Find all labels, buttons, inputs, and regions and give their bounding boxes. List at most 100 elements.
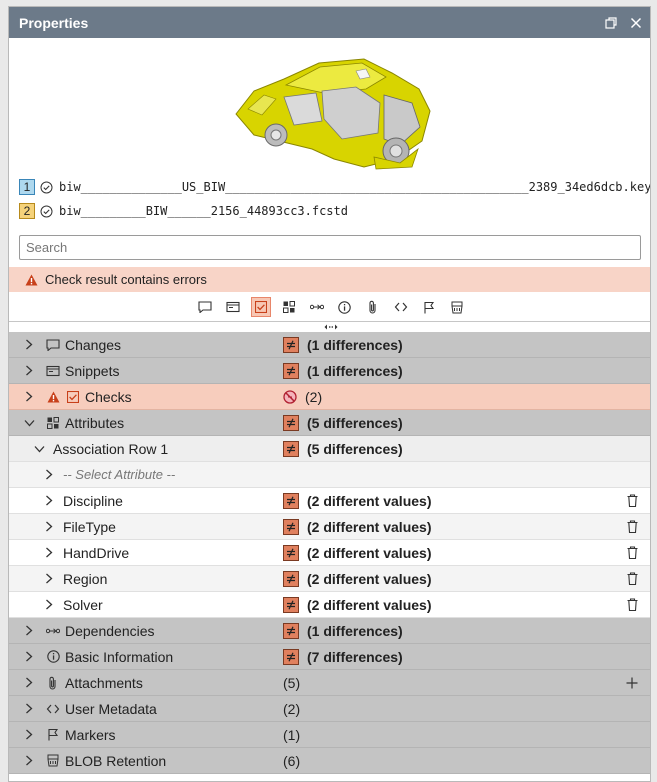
markers-icon[interactable] xyxy=(419,297,439,317)
warning-icon xyxy=(25,274,38,285)
chevron-down-icon[interactable] xyxy=(21,419,37,427)
section-label: Markers xyxy=(65,726,116,743)
error-banner: Check result contains errors xyxy=(9,267,650,292)
file-name: biw______________US_BIW_________________… xyxy=(59,180,651,194)
info-icon[interactable] xyxy=(335,297,355,317)
resize-handle[interactable] xyxy=(9,321,650,331)
chevron-right-icon[interactable] xyxy=(21,729,37,740)
close-button[interactable] xyxy=(625,12,647,34)
attributes-icon[interactable] xyxy=(279,297,299,317)
blob-retention-icon[interactable] xyxy=(447,297,467,317)
attribute-row-discipline[interactable]: Discipline (2 different values) xyxy=(9,488,650,514)
section-attributes[interactable]: Attributes (5 differences) xyxy=(9,410,650,436)
delete-attribute-button[interactable] xyxy=(627,572,638,585)
metadata-icon[interactable] xyxy=(391,297,411,317)
attribute-value: (2 different values) xyxy=(307,544,432,561)
section-label: Snippets xyxy=(65,362,120,379)
attribute-row-solver[interactable]: Solver (2 different values) xyxy=(9,592,650,618)
not-equal-icon xyxy=(283,414,299,431)
error-banner-text: Check result contains errors xyxy=(45,272,207,287)
chevron-right-icon[interactable] xyxy=(41,547,57,558)
section-value: (1 differences) xyxy=(307,336,403,353)
section-label: Checks xyxy=(85,388,132,405)
not-equal-icon xyxy=(283,336,299,353)
section-value: (2) xyxy=(305,388,323,405)
chevron-right-icon[interactable] xyxy=(21,365,37,376)
file-row-2: 2 biw_________BIW______2156_44893cc3.fcs… xyxy=(19,202,348,220)
attribute-row-handdrive[interactable]: HandDrive (2 different values) xyxy=(9,540,650,566)
section-value: (1 differences) xyxy=(307,622,403,639)
file-name: biw_________BIW______2156_44893cc3.fcstd xyxy=(59,204,348,218)
chevron-right-icon[interactable] xyxy=(41,599,57,610)
attribute-label: Discipline xyxy=(63,492,123,509)
chevron-right-icon[interactable] xyxy=(41,573,57,584)
trash-icon xyxy=(627,572,638,585)
add-attachment-button[interactable] xyxy=(626,677,638,689)
section-dependencies[interactable]: Dependencies (1 differences) xyxy=(9,618,650,644)
association-row[interactable]: Association Row 1 (5 differences) xyxy=(9,436,650,462)
dependencies-icon xyxy=(45,626,61,636)
section-snippets[interactable]: Snippets (1 differences) xyxy=(9,358,650,384)
section-blob-retention[interactable]: BLOB Retention (6) xyxy=(9,748,650,774)
chevron-right-icon[interactable] xyxy=(21,339,37,350)
chevron-right-icon[interactable] xyxy=(21,391,37,402)
not-equal-icon xyxy=(283,596,299,613)
attribute-label: FileType xyxy=(63,518,116,535)
close-icon xyxy=(630,17,642,28)
chevron-right-icon[interactable] xyxy=(21,625,37,636)
section-attachments[interactable]: Attachments (5) xyxy=(9,670,650,696)
delete-attribute-button[interactable] xyxy=(627,598,638,611)
info-icon xyxy=(45,650,61,663)
section-label: Attributes xyxy=(65,414,125,431)
section-label: User Metadata xyxy=(65,700,157,717)
model-preview-image xyxy=(224,49,436,177)
not-equal-icon xyxy=(283,518,299,535)
attribute-row-filetype[interactable]: FileType (2 different values) xyxy=(9,514,650,540)
attribute-row-region[interactable]: Region (2 different values) xyxy=(9,566,650,592)
section-label: Dependencies xyxy=(65,622,155,639)
attachments-icon[interactable] xyxy=(363,297,383,317)
chevron-right-icon[interactable] xyxy=(21,755,37,766)
section-label: Changes xyxy=(65,336,122,353)
chevron-right-icon[interactable] xyxy=(21,703,37,714)
section-checks[interactable]: Checks (2) xyxy=(9,384,650,410)
changes-icon[interactable] xyxy=(195,297,215,317)
select-attribute-row[interactable]: -- Select Attribute -- xyxy=(9,462,650,488)
select-attribute-placeholder[interactable]: -- Select Attribute -- xyxy=(63,467,175,482)
plus-icon xyxy=(626,677,638,688)
attribute-value: (2 different values) xyxy=(307,518,432,535)
section-basic-information[interactable]: Basic Information (7 differences) xyxy=(9,644,650,670)
attribute-label: Region xyxy=(63,570,108,587)
not-equal-icon xyxy=(283,362,299,379)
chevron-right-icon[interactable] xyxy=(41,521,57,532)
chevron-right-icon[interactable] xyxy=(21,677,37,688)
section-changes[interactable]: Changes (1 differences) xyxy=(9,332,650,358)
section-markers[interactable]: Markers (1) xyxy=(9,722,650,748)
chevron-right-icon[interactable] xyxy=(21,651,37,662)
undock-button[interactable] xyxy=(600,12,622,34)
metadata-icon xyxy=(45,703,61,715)
chevron-right-icon[interactable] xyxy=(41,469,57,480)
blob-retention-icon xyxy=(45,754,61,767)
resize-arrows-icon xyxy=(324,324,337,329)
attribute-value: (2 different values) xyxy=(307,596,432,613)
not-equal-icon xyxy=(283,544,299,561)
checks-icon[interactable] xyxy=(250,297,271,317)
search-input[interactable] xyxy=(19,235,641,260)
chevron-right-icon[interactable] xyxy=(41,495,57,506)
delete-attribute-button[interactable] xyxy=(627,494,638,507)
check-circle-icon xyxy=(40,205,53,218)
changes-icon xyxy=(45,338,61,351)
delete-attribute-button[interactable] xyxy=(627,546,638,559)
markers-icon xyxy=(45,728,61,741)
dependencies-icon[interactable] xyxy=(307,297,327,317)
section-user-metadata[interactable]: User Metadata (2) xyxy=(9,696,650,722)
delete-attribute-button[interactable] xyxy=(627,520,638,533)
not-equal-icon xyxy=(283,440,299,457)
attribute-label: HandDrive xyxy=(63,544,130,561)
checks-icon xyxy=(65,390,81,403)
trash-icon xyxy=(627,494,638,507)
snippets-icon[interactable] xyxy=(223,297,243,317)
chevron-down-icon[interactable] xyxy=(31,445,47,453)
title-bar: Properties xyxy=(9,7,650,38)
